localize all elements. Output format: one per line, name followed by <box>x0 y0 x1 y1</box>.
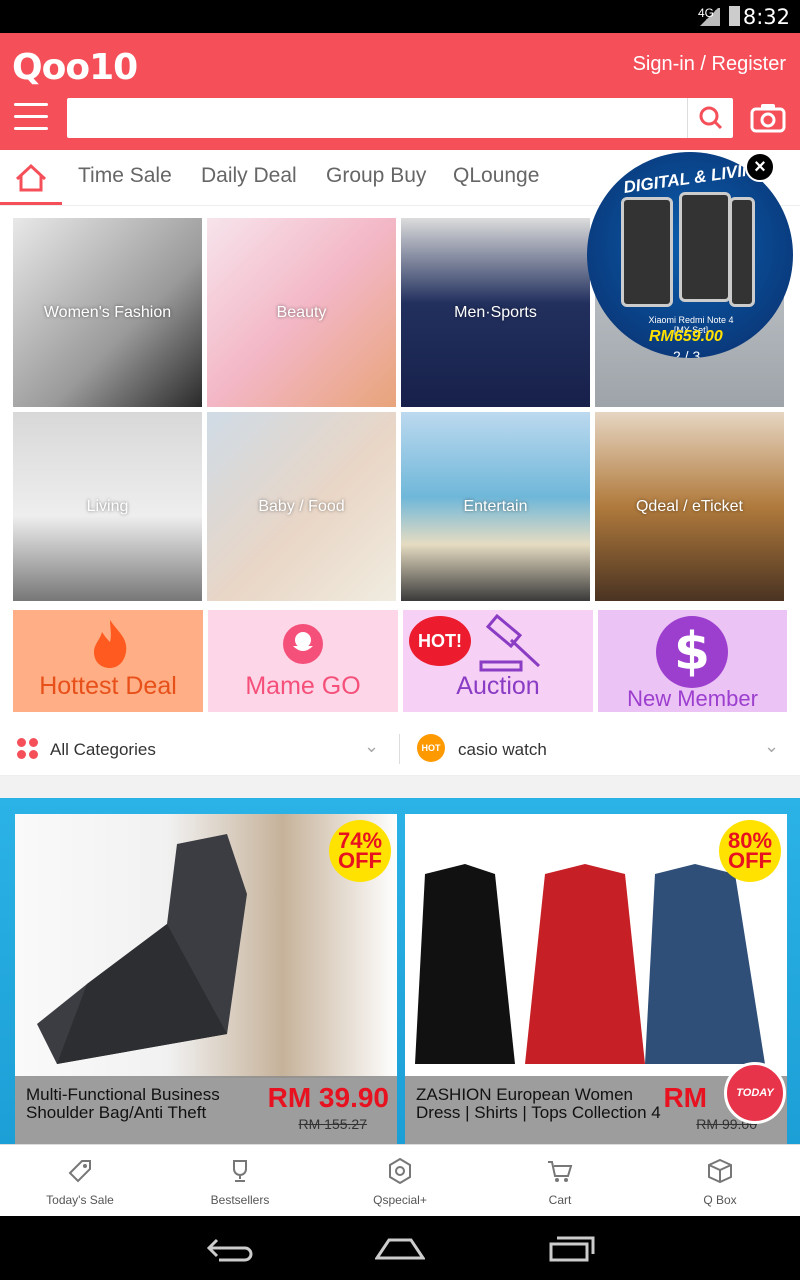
category-baby-food[interactable]: Baby / Food <box>207 412 396 601</box>
nav-label: Bestsellers <box>210 1193 270 1207</box>
status-bar: 4G 8:32 <box>0 0 800 33</box>
discount-badge: 80% OFF <box>719 820 781 882</box>
tag-24-icon <box>68 1160 91 1183</box>
nav-qspecial[interactable]: Qspecial+ <box>320 1145 480 1217</box>
tab-group-buy[interactable]: Group Buy <box>326 164 426 188</box>
today-history-button[interactable]: TODAY <box>724 1062 786 1124</box>
category-label: Beauty <box>276 303 327 321</box>
flame-icon <box>94 620 127 668</box>
phone-image <box>621 197 673 307</box>
bottom-navigation: Today's Sale Bestsellers Qspecial+ Cart … <box>0 1144 800 1216</box>
product-caption: Multi-Functional Business Shoulder Bag/A… <box>15 1076 397 1144</box>
hot-badge: HOT! <box>409 616 471 666</box>
nav-label: Q Box <box>703 1193 737 1207</box>
promo-circle[interactable]: DIGITAL & LIVING Xiaomi Redmi Note 4 [MY… <box>587 152 793 358</box>
product-price: RM <box>663 1082 707 1113</box>
nav-qbox[interactable]: Q Box <box>640 1145 800 1217</box>
tile-mame-go[interactable]: Mame GO <box>208 610 398 712</box>
tile-label: Hottest Deal <box>39 672 177 700</box>
product-old-price: RM 155.27 <box>298 1116 367 1132</box>
tile-label: Auction <box>456 672 540 700</box>
category-label: Baby / Food <box>258 497 345 515</box>
system-navigation-bar <box>0 1216 800 1280</box>
all-categories-icon <box>17 738 39 760</box>
tile-new-member[interactable]: $ New Member <box>598 610 787 712</box>
qoo10-logo[interactable]: Qoo10 <box>12 47 138 88</box>
close-icon[interactable]: × <box>745 152 775 182</box>
category-men-sports[interactable]: Men·Sports <box>401 218 590 407</box>
hamburger-menu-icon[interactable] <box>14 103 48 131</box>
tile-label: New Member <box>627 686 758 711</box>
search-button[interactable] <box>687 98 733 138</box>
nav-label: Cart <box>548 1193 572 1207</box>
clock: 8:32 <box>742 5 790 29</box>
promo-price: RM659.00 <box>649 328 723 345</box>
hot-icon: HOT <box>417 734 445 762</box>
home-button-icon[interactable] <box>375 1236 425 1262</box>
app-header: Qoo10 Sign-in / Register <box>0 33 800 150</box>
tab-daily-deal[interactable]: Daily Deal <box>201 164 297 188</box>
chevron-down-icon[interactable]: ⌄ <box>764 736 779 757</box>
nav-todays-sale[interactable]: Today's Sale <box>0 1145 160 1217</box>
category-label: Entertain <box>463 497 528 515</box>
filter-row: All Categories ⌄ HOT casio watch ⌄ <box>0 722 800 776</box>
category-entertain[interactable]: Entertain <box>401 412 590 601</box>
discount-badge: 74% OFF <box>329 820 391 882</box>
back-icon[interactable] <box>205 1236 255 1262</box>
recent-apps-icon[interactable] <box>547 1234 597 1264</box>
product-price: RM 39.90 <box>267 1082 389 1113</box>
cart-icon <box>548 1161 573 1182</box>
category-womens-fashion[interactable]: Women's Fashion <box>13 218 202 407</box>
tab-home[interactable] <box>0 150 62 205</box>
box-icon <box>708 1158 732 1184</box>
section-gap <box>0 776 800 798</box>
category-qdeal-eticket[interactable]: Qdeal / eTicket <box>595 412 784 601</box>
category-label: Qdeal / eTicket <box>635 497 743 515</box>
search-bar[interactable] <box>67 98 733 138</box>
product-name: ZASHION European Women Dress | Shirts | … <box>416 1085 661 1122</box>
tab-time-sale[interactable]: Time Sale <box>78 164 172 188</box>
svg-text:$: $ <box>674 622 710 682</box>
promo-floating-banner[interactable]: DIGITAL & LIVING Xiaomi Redmi Note 4 [MY… <box>587 152 793 364</box>
search-icon <box>699 106 723 130</box>
hot-keyword-dropdown[interactable]: casio watch <box>458 740 547 760</box>
category-beauty[interactable]: Beauty <box>207 218 396 407</box>
phone-image <box>679 192 731 302</box>
gavel-icon <box>479 614 541 672</box>
nav-label: Today's Sale <box>46 1193 114 1207</box>
category-label: Men·Sports <box>454 303 537 321</box>
category-label: Women's Fashion <box>43 303 172 321</box>
tile-label: Mame GO <box>245 672 361 700</box>
trophy-icon <box>233 1160 247 1182</box>
phone-image <box>729 197 755 307</box>
home-icon <box>15 163 47 192</box>
nav-bestsellers[interactable]: Bestsellers <box>160 1145 320 1217</box>
qspecial-icon <box>389 1157 411 1185</box>
product-name: Multi-Functional Business Shoulder Bag/A… <box>26 1085 220 1122</box>
deal-banner: 74% OFF Multi-Functional Business Should… <box>0 798 800 1144</box>
mame-go-icon <box>283 624 323 664</box>
tab-qlounge[interactable]: QLounge <box>453 164 539 188</box>
category-label: Living <box>86 497 129 515</box>
network-type: 4G <box>697 6 714 20</box>
category-living[interactable]: Living <box>13 412 202 601</box>
signin-register-link[interactable]: Sign-in / Register <box>633 53 786 76</box>
tile-hottest-deal[interactable]: Hottest Deal <box>13 610 203 712</box>
battery-icon <box>729 6 740 26</box>
chevron-down-icon[interactable]: ⌄ <box>364 736 379 757</box>
shoulder-bag-image <box>37 834 247 1064</box>
nav-cart[interactable]: Cart <box>480 1145 640 1217</box>
camera-search-icon[interactable] <box>750 103 786 133</box>
promo-pager: 2 / 3 <box>673 348 701 358</box>
dollar-icon: $ <box>656 616 728 688</box>
all-categories-dropdown[interactable]: All Categories <box>50 740 156 760</box>
search-input[interactable] <box>67 98 677 138</box>
product-card[interactable]: 74% OFF Multi-Functional Business Should… <box>15 814 397 1144</box>
nav-label: Qspecial+ <box>373 1193 427 1207</box>
divider <box>399 734 400 764</box>
tile-auction[interactable]: HOT! Auction <box>403 610 593 712</box>
